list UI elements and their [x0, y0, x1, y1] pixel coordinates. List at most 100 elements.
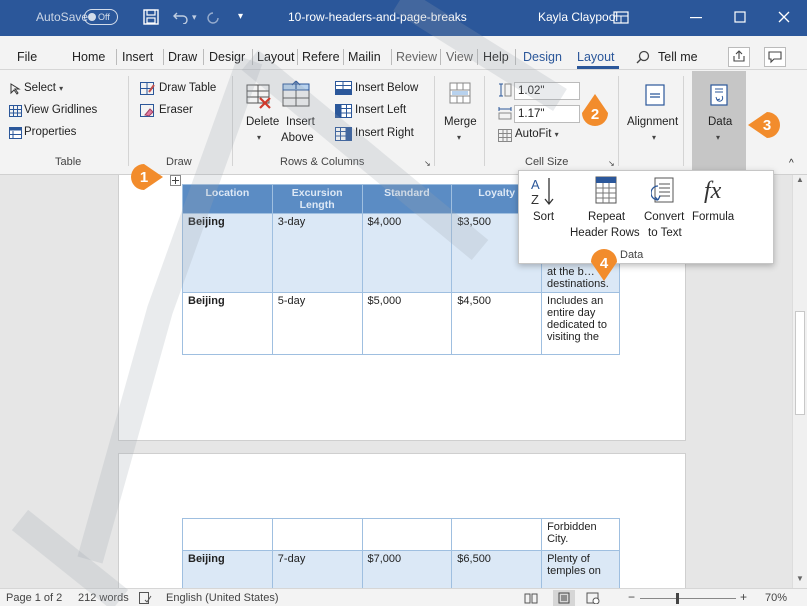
delete-dropdown-icon[interactable]: ▾ [257, 133, 261, 142]
tab-layout[interactable]: Layout [257, 50, 295, 64]
formula-button[interactable]: Formula [692, 211, 734, 223]
insert-right-button[interactable]: Insert Right [355, 127, 414, 139]
search-icon[interactable] [636, 50, 650, 64]
page-count[interactable]: Page 1 of 2 [6, 592, 62, 604]
column-width-input[interactable]: 1.17" [514, 105, 580, 123]
tab-file[interactable]: File [17, 50, 37, 64]
vertical-scrollbar[interactable]: ▲ ▼ [792, 175, 807, 588]
properties-button[interactable]: Properties [24, 126, 76, 138]
merge-dropdown-icon[interactable]: ▾ [457, 133, 461, 142]
scroll-down-icon[interactable]: ▼ [796, 574, 804, 583]
insert-above-label-2[interactable]: Above [281, 132, 314, 144]
data-dropdown-icon[interactable]: ▾ [716, 133, 720, 142]
view-gridlines-button[interactable]: View Gridlines [24, 104, 97, 116]
callout-1: 1 [131, 164, 163, 190]
cell-standard[interactable]: $4,000 [361, 213, 453, 293]
redo-icon[interactable] [205, 10, 221, 26]
tab-draw[interactable]: Draw [168, 50, 197, 64]
repeat-header-rows-label-2[interactable]: Header Rows [570, 227, 640, 239]
tab-table-design[interactable]: Design [523, 50, 562, 64]
header-location[interactable]: Location [182, 184, 273, 214]
maximize-icon[interactable] [734, 11, 746, 23]
table-move-handle-icon[interactable] [170, 175, 181, 186]
zoom-slider[interactable] [640, 598, 736, 599]
print-layout-button[interactable] [553, 590, 575, 606]
cell-location[interactable]: Beijing [182, 213, 273, 293]
zoom-out-icon[interactable]: − [628, 590, 635, 604]
table-row[interactable]: Beijing 5-day $5,000 $4,500 Includes an … [182, 292, 620, 355]
scrollbar-thumb[interactable] [795, 311, 805, 415]
rows-columns-launcher-icon[interactable]: ↘ [424, 159, 431, 168]
draw-table-button[interactable]: Draw Table [159, 82, 216, 94]
cell-location[interactable]: Beijing [182, 550, 273, 588]
select-button[interactable]: Select ▾ [24, 82, 63, 94]
autosave-toggle[interactable]: Off [84, 9, 118, 25]
undo-dropdown-icon[interactable]: ▾ [192, 12, 197, 23]
autofit-button[interactable]: AutoFit ▾ [515, 128, 559, 140]
language-status[interactable]: English (United States) [166, 592, 279, 604]
alignment-button[interactable]: Alignment [627, 116, 678, 128]
tab-table-layout[interactable]: Layout [577, 50, 615, 64]
scroll-up-icon[interactable]: ▲ [796, 175, 804, 184]
tab-mailings[interactable]: Mailin [348, 50, 381, 64]
proofing-icon[interactable] [139, 592, 152, 604]
eraser-button[interactable]: Eraser [159, 104, 193, 116]
word-count[interactable]: 212 words [78, 592, 129, 604]
close-icon[interactable] [778, 11, 790, 23]
comments-icon[interactable] [764, 47, 786, 67]
sort-button[interactable]: Sort [533, 211, 554, 223]
group-label-draw: Draw [166, 156, 192, 168]
zoom-level[interactable]: 70% [765, 592, 787, 604]
save-icon[interactable] [143, 9, 159, 25]
cell-length[interactable]: 3-day [271, 213, 363, 293]
convert-to-text-label-1[interactable]: Convert [644, 211, 684, 223]
user-name[interactable]: Kayla Claypool [538, 10, 618, 24]
tab-help[interactable]: Help [483, 50, 509, 64]
web-layout-icon[interactable] [586, 592, 600, 604]
merge-button[interactable]: Merge [444, 116, 477, 128]
cell-description[interactable]: Plenty of temples on [541, 550, 620, 588]
cell-standard[interactable]: $7,000 [361, 550, 453, 588]
tab-view[interactable]: View [446, 50, 473, 64]
cell-length[interactable]: 5-day [271, 292, 363, 355]
tab-design[interactable]: Desigr [209, 50, 245, 64]
table-row[interactable]: Beijing 7-day $7,000 $6,500 Plenty of te… [182, 550, 620, 588]
undo-icon[interactable] [172, 10, 190, 24]
read-mode-icon[interactable] [524, 592, 538, 604]
zoom-in-icon[interactable]: + [740, 590, 747, 604]
tab-insert[interactable]: Insert [122, 50, 153, 64]
row-height-input[interactable]: 1.02" [514, 82, 580, 100]
table-row[interactable]: Forbidden City. [182, 518, 620, 551]
tab-review[interactable]: Review [396, 50, 437, 64]
tab-home[interactable]: Home [72, 50, 105, 64]
insert-above-icon [282, 80, 310, 107]
column-width-icon [498, 107, 512, 120]
cell-description[interactable]: Forbidden City. [541, 518, 620, 551]
cell-size-launcher-icon[interactable]: ↘ [608, 159, 615, 168]
data-button-label[interactable]: Data [708, 116, 732, 128]
cell-length[interactable]: 7-day [271, 550, 363, 588]
insert-left-button[interactable]: Insert Left [355, 104, 406, 116]
data-icon [710, 84, 728, 106]
insert-below-button[interactable]: Insert Below [355, 82, 418, 94]
cell-loyalty[interactable]: $4,500 [451, 292, 543, 355]
ribbon-display-icon[interactable] [613, 11, 629, 24]
share-icon[interactable] [728, 47, 750, 67]
cell-description[interactable]: Includes an entire day dedicated to visi… [541, 292, 620, 355]
alignment-dropdown-icon[interactable]: ▾ [652, 133, 656, 142]
delete-button[interactable]: Delete [246, 116, 279, 128]
zoom-slider-thumb[interactable] [676, 593, 679, 604]
header-standard[interactable]: Standard [361, 184, 453, 214]
tab-references[interactable]: Refere [302, 50, 340, 64]
insert-above-label-1[interactable]: Insert [286, 116, 315, 128]
cell-location[interactable]: Beijing [182, 292, 273, 355]
convert-to-text-label-2[interactable]: to Text [648, 227, 682, 239]
cell-standard[interactable]: $5,000 [361, 292, 453, 355]
customize-toolbar-icon[interactable]: ▾ [238, 11, 243, 22]
tell-me-box[interactable]: Tell me [658, 50, 698, 64]
repeat-header-rows-label-1[interactable]: Repeat [588, 211, 625, 223]
header-excursion-length[interactable]: Excursion Length [271, 184, 363, 214]
collapse-ribbon-icon[interactable]: ^ [789, 158, 794, 169]
minimize-icon[interactable] [690, 17, 702, 19]
cell-loyalty[interactable]: $6,500 [451, 550, 543, 588]
